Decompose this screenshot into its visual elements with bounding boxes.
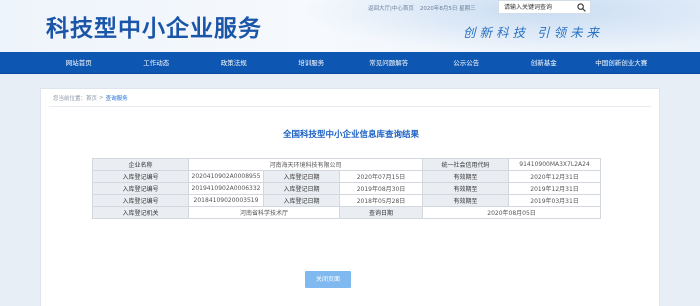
reg-no-label: 入库登记编号 (92, 182, 189, 195)
reg-date-value: 2020年07月15日 (338, 170, 424, 183)
table-row: 入库登记编号 2020410902A0008955 入库登记日期 2020年07… (92, 170, 602, 183)
authority-label: 入库登记机关 (92, 206, 189, 219)
company-name-label: 企业名称 (92, 158, 189, 171)
credit-code-label: 统一社会信用代码 (422, 158, 510, 171)
valid-until-value: 2019年03月31日 (508, 194, 602, 207)
company-info-table: 企业名称 河南海天环境科技有限公司 统一社会信用代码 91410900MA3X7… (92, 158, 602, 219)
reg-date-value: 2018年05月28日 (338, 194, 424, 207)
valid-until-label: 有效期至 (422, 182, 510, 195)
nav-item-training[interactable]: 培训服务 (273, 52, 351, 74)
search-box (498, 0, 591, 14)
nav-items: 网站首页 工作动态 政策法规 培训服务 常见问题解答 公示公告 创新基金 中国创… (40, 52, 660, 74)
search-input[interactable] (499, 1, 573, 13)
close-page-button[interactable]: 关闭页面 (305, 271, 351, 288)
breadcrumb-separator: > (99, 95, 104, 101)
table-row: 企业名称 河南海天环境科技有限公司 统一社会信用代码 91410900MA3X7… (92, 158, 602, 171)
site-title: 科技型中小企业服务 (46, 15, 262, 42)
topbar-home-link[interactable]: 返回大厅|中心首页 (368, 6, 414, 12)
reg-no-value: 2020410902A0008955 (188, 170, 264, 183)
reg-date-label: 入库登记日期 (263, 170, 340, 183)
reg-date-label: 入库登记日期 (263, 182, 340, 195)
credit-code-value: 91410900MA3X7L2A24 (508, 158, 602, 171)
nav-item-policies[interactable]: 政策法规 (195, 52, 273, 74)
search-icon (576, 2, 586, 12)
reg-no-value: 2019410902A0006332 (188, 182, 264, 195)
site-header: 科技型中小企业服务 返回大厅|中心首页 2020年8月5日 星期三 创新科技 引领… (0, 0, 700, 52)
valid-until-label: 有效期至 (422, 170, 510, 183)
reg-no-label: 入库登记编号 (92, 170, 189, 183)
reg-no-value: 20184109020003519 (188, 194, 264, 207)
query-date-value: 2020年08月05日 (422, 206, 602, 219)
slogan: 创新科技 引领未来 (463, 25, 603, 40)
search-button[interactable] (573, 1, 589, 13)
result-title: 全国科技型中小企业信息库查询结果 (282, 130, 419, 140)
authority-value: 河南省科学技术厅 (188, 206, 340, 219)
company-name-value: 河南海天环境科技有限公司 (187, 158, 424, 171)
reg-date-value: 2019年08月30日 (338, 182, 424, 195)
nav-item-home[interactable]: 网站首页 (40, 52, 118, 74)
table-row: 入库登记机关 河南省科学技术厅 查询日期 2020年08月05日 (92, 206, 602, 219)
table-row: 入库登记编号 20184109020003519 入库登记日期 2018年05月… (92, 194, 602, 207)
breadcrumb-prefix: 您当前位置： (53, 96, 87, 102)
table-row: 入库登记编号 2019410902A0006332 入库登记日期 2019年08… (92, 182, 602, 195)
valid-until-label: 有效期至 (422, 194, 510, 207)
topbar-date: 2020年8月5日 星期三 (419, 6, 476, 12)
nav-item-faq[interactable]: 常见问题解答 (350, 52, 428, 74)
nav-item-innovation-contest[interactable]: 中国创新创业大赛 (583, 52, 661, 74)
breadcrumb-current[interactable]: 查询服务 (106, 94, 128, 102)
reg-no-label: 入库登记编号 (92, 194, 189, 207)
breadcrumb-home-link[interactable]: 首页 (86, 94, 97, 102)
nav-item-work-news[interactable]: 工作动态 (118, 52, 196, 74)
valid-until-value: 2020年12月31日 (508, 170, 602, 183)
nav-item-announcements[interactable]: 公示公告 (428, 52, 506, 74)
main-nav: 网站首页 工作动态 政策法规 培训服务 常见问题解答 公示公告 创新基金 中国创… (0, 52, 700, 74)
query-date-label: 查询日期 (338, 206, 424, 219)
topbar: 返回大厅|中心首页 2020年8月5日 星期三 (368, 4, 482, 12)
breadcrumb: 您当前位置： 首页 > 查询服务 (53, 94, 128, 102)
breadcrumb-divider (49, 106, 651, 107)
nav-item-innovation-fund[interactable]: 创新基金 (505, 52, 583, 74)
reg-date-label: 入库登记日期 (263, 194, 340, 207)
valid-until-value: 2019年12月31日 (508, 182, 602, 195)
